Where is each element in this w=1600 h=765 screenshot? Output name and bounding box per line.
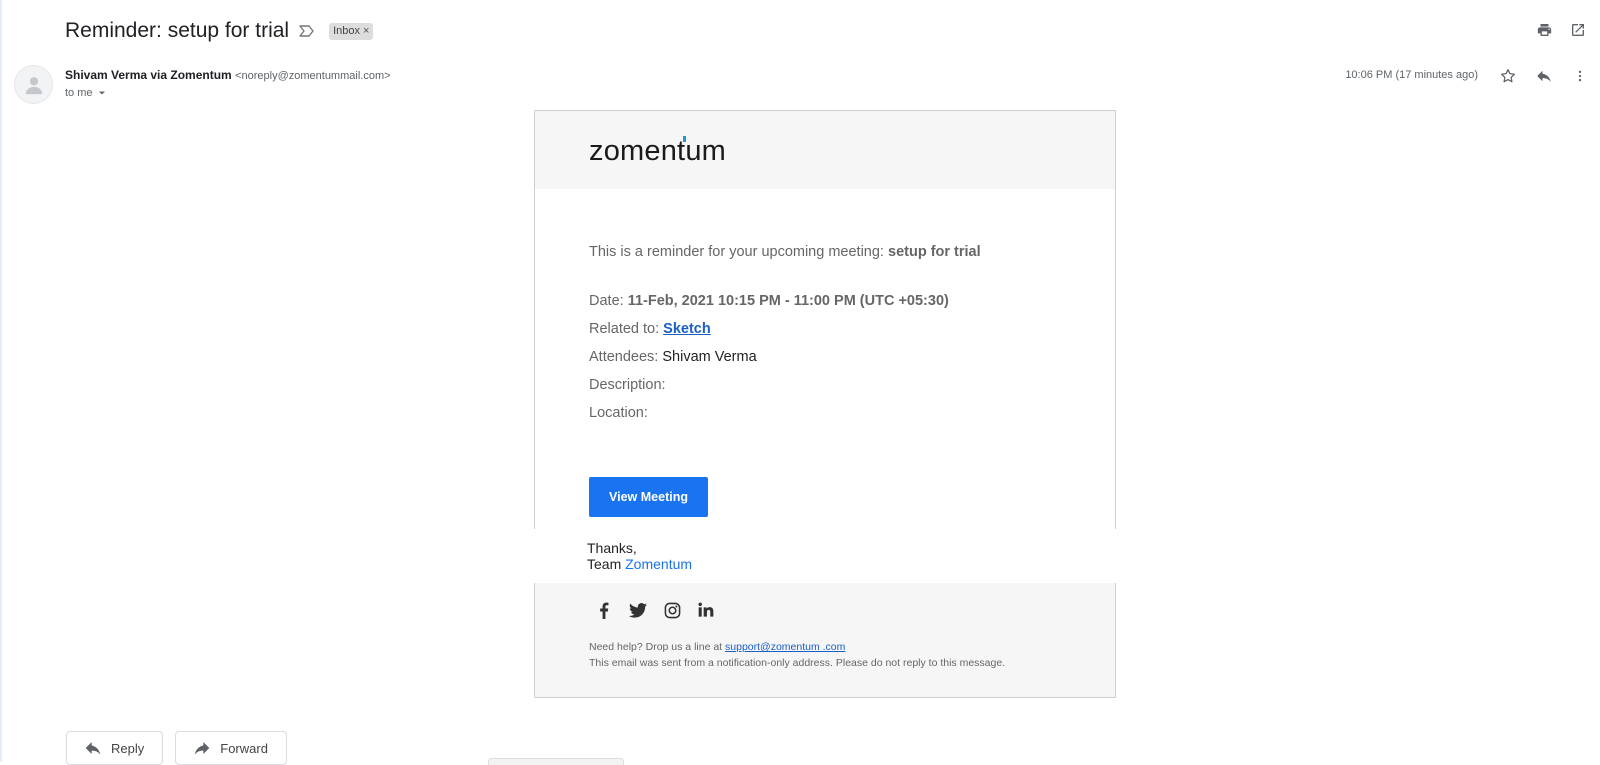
forward-button[interactable]: Forward <box>175 731 287 765</box>
description-line: Description: <box>589 377 666 393</box>
sender-avatar[interactable] <box>14 65 53 104</box>
intro-line: This is a reminder for your upcoming mee… <box>589 244 981 260</box>
facebook-icon[interactable] <box>595 601 613 619</box>
card-footer: Need help? Drop us a line at support@zom… <box>535 583 1115 697</box>
view-meeting-button[interactable]: View Meeting <box>589 477 708 517</box>
team-line: Team Zomentum <box>587 556 693 572</box>
inbox-label-text: Inbox <box>333 24 361 37</box>
more-vert-icon[interactable] <box>1570 66 1590 86</box>
open-in-new-window-icon[interactable] <box>1568 20 1588 40</box>
reply-button[interactable]: Reply <box>66 731 164 765</box>
social-links <box>595 601 715 619</box>
date-line: Date: 11-Feb, 2021 10:15 PM - 11:00 PM (… <box>589 293 949 309</box>
forward-arrow-icon <box>194 742 210 755</box>
sender-name[interactable]: Shivam Verma via Zomentum <box>65 68 232 82</box>
email-card: zomentum This is a reminder for your upc… <box>534 110 1116 698</box>
attendees-value: Shivam Verma <box>662 349 757 365</box>
related-link[interactable]: Sketch <box>663 321 711 337</box>
attendees-line: Attendees: Shivam Verma <box>589 349 757 365</box>
twitter-icon[interactable] <box>629 601 647 619</box>
related-line: Related to: Sketch <box>589 321 711 337</box>
chevron-down-icon <box>98 91 105 95</box>
linkedin-icon[interactable] <box>697 601 715 619</box>
meeting-title: setup for trial <box>888 244 981 260</box>
date-value: 11-Feb, 2021 10:15 PM - 11:00 PM (UTC +0… <box>627 293 949 309</box>
remove-label-icon[interactable]: × <box>363 24 369 38</box>
help-line: Need help? Drop us a line at support@zom… <box>589 641 846 653</box>
top-right-actions <box>1534 20 1588 40</box>
subject-row: Reminder: setup for trial Inbox × <box>65 16 374 46</box>
star-icon[interactable] <box>1498 66 1518 86</box>
notice-line: This email was sent from a notification-… <box>589 657 1006 669</box>
zomentum-logo: zomentum <box>589 135 726 167</box>
footer-help: Need help? Drop us a line at support@zom… <box>589 639 1005 671</box>
message-actions <box>1498 66 1590 86</box>
recipient-details-toggle[interactable]: to me <box>65 87 107 99</box>
reply-icon[interactable] <box>1534 66 1554 86</box>
important-label-icon[interactable] <box>299 22 317 40</box>
location-line: Location: <box>589 405 648 421</box>
team-brand: Zomentum <box>625 556 693 572</box>
email-time: 10:06 PM (17 minutes ago) <box>1345 69 1478 81</box>
reply-arrow-icon <box>85 742 101 755</box>
sender-line: Shivam Verma via Zomentum <noreply@zomen… <box>65 68 391 82</box>
card-header: zomentum <box>535 111 1115 189</box>
thanks-line: Thanks, <box>587 540 637 556</box>
person-icon <box>25 76 42 94</box>
sender-email: <noreply@zomentummail.com> <box>235 70 391 82</box>
print-icon[interactable] <box>1534 20 1554 40</box>
instagram-icon[interactable] <box>663 601 681 619</box>
bottom-actions: Reply Forward <box>66 731 287 765</box>
left-edge-line <box>0 0 2 762</box>
inbox-label-chip: Inbox × <box>329 22 374 40</box>
support-email-link[interactable]: support@zomentum .com <box>725 641 845 653</box>
signature: Thanks, Team Zomentum <box>587 540 692 572</box>
to-line-text: to me <box>65 87 93 99</box>
email-subject: Reminder: setup for trial <box>65 19 290 42</box>
